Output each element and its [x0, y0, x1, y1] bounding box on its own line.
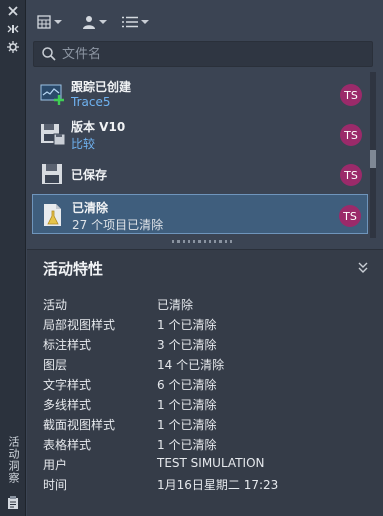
activity-subtitle: 27 个项目已清除 — [72, 218, 164, 232]
activity-properties: 活动特性 活动 已清除 局部视图样式 1 个已清除 标注样式 3 个已清除 图层… — [27, 249, 383, 516]
property-key: 文字样式 — [43, 378, 92, 392]
filter-user-dropdown[interactable] — [82, 12, 107, 32]
properties-menu-icon[interactable] — [6, 40, 20, 54]
property-key: 表格样式 — [43, 438, 92, 452]
property-value: 已清除 — [157, 298, 194, 312]
compare-link[interactable]: 比较 — [71, 135, 95, 152]
property-key: 多线样式 — [43, 398, 92, 412]
activity-item-selected[interactable]: 已清除 27 个项目已清除 TS — [32, 194, 368, 234]
purge-icon — [41, 203, 67, 227]
list-view-dropdown[interactable] — [122, 12, 149, 32]
filter-type-dropdown[interactable] — [37, 12, 62, 32]
avatar: TS — [340, 84, 362, 106]
activity-title: 已保存 — [71, 168, 108, 182]
palette-icon — [6, 496, 20, 510]
property-row: 活动 已清除 — [43, 296, 373, 314]
property-key: 用户 — [43, 458, 68, 472]
property-key: 活动 — [43, 298, 68, 312]
close-icon[interactable] — [6, 4, 20, 18]
property-value: 14 个已清除 — [157, 358, 225, 372]
list-scrollbar[interactable] — [370, 72, 376, 238]
activity-insights-panel: 跟踪已创建 Trace5 TS 版本 V10 比较 TS 已保存 TS 已清除 … — [27, 0, 383, 516]
property-row: 截面视图样式 1 个已清除 — [43, 416, 373, 434]
property-row: 表格样式 1 个已清除 — [43, 436, 373, 454]
avatar: TS — [339, 205, 361, 227]
property-row: 文字样式 6 个已清除 — [43, 376, 373, 394]
activity-item[interactable]: 已保存 TS — [32, 154, 368, 194]
grid-filter-icon — [37, 15, 51, 29]
property-row: 用户 TEST SIMULATION — [43, 456, 373, 474]
property-value: 1月16日星期二 17:23 — [157, 478, 279, 492]
avatar: TS — [340, 124, 362, 146]
property-row: 标注样式 3 个已清除 — [43, 336, 373, 354]
splitter-grip[interactable] — [172, 240, 232, 245]
search-input[interactable] — [62, 46, 342, 62]
property-row: 时间 1月16日星期二 17:23 — [43, 476, 373, 494]
activity-item[interactable]: 跟踪已创建 Trace5 TS — [32, 74, 368, 114]
search-icon — [42, 47, 56, 61]
search-box — [33, 41, 373, 67]
trace-link[interactable]: Trace5 — [71, 95, 110, 109]
palette-title-strip: 活动洞察 — [0, 0, 26, 516]
auto-hide-icon[interactable] — [6, 22, 20, 36]
user-icon — [83, 16, 95, 29]
activity-title: 跟踪已创建 — [71, 80, 132, 94]
palette-title: 活动洞察 — [7, 436, 20, 484]
activity-list: 跟踪已创建 Trace5 TS 版本 V10 比较 TS 已保存 TS 已清除 … — [27, 72, 370, 238]
property-value: TEST SIMULATION — [157, 456, 265, 470]
toolbar — [27, 8, 383, 34]
save-icon — [40, 162, 66, 186]
avatar: TS — [340, 164, 362, 186]
activity-title: 版本 V10 — [71, 120, 126, 134]
property-key: 截面视图样式 — [43, 418, 116, 432]
property-value: 3 个已清除 — [157, 338, 217, 352]
property-value: 6 个已清除 — [157, 378, 217, 392]
property-key: 图层 — [43, 358, 68, 372]
property-key: 局部视图样式 — [43, 318, 116, 332]
scrollbar-thumb[interactable] — [370, 150, 376, 168]
property-row: 图层 14 个已清除 — [43, 356, 373, 374]
property-value: 1 个已清除 — [157, 398, 217, 412]
property-row: 局部视图样式 1 个已清除 — [43, 316, 373, 334]
property-value: 1 个已清除 — [157, 318, 217, 332]
property-key: 时间 — [43, 478, 68, 492]
trace-created-icon — [40, 82, 66, 106]
collapse-chevron-icon[interactable] — [357, 260, 369, 274]
property-value: 1 个已清除 — [157, 418, 217, 432]
version-save-icon — [40, 122, 66, 146]
activity-title: 已清除 — [72, 201, 109, 215]
activity-item[interactable]: 版本 V10 比较 TS — [32, 114, 368, 154]
list-icon — [122, 16, 138, 28]
properties-heading: 活动特性 — [43, 260, 104, 278]
property-key: 标注样式 — [43, 338, 92, 352]
property-value: 1 个已清除 — [157, 438, 217, 452]
property-row: 多线样式 1 个已清除 — [43, 396, 373, 414]
